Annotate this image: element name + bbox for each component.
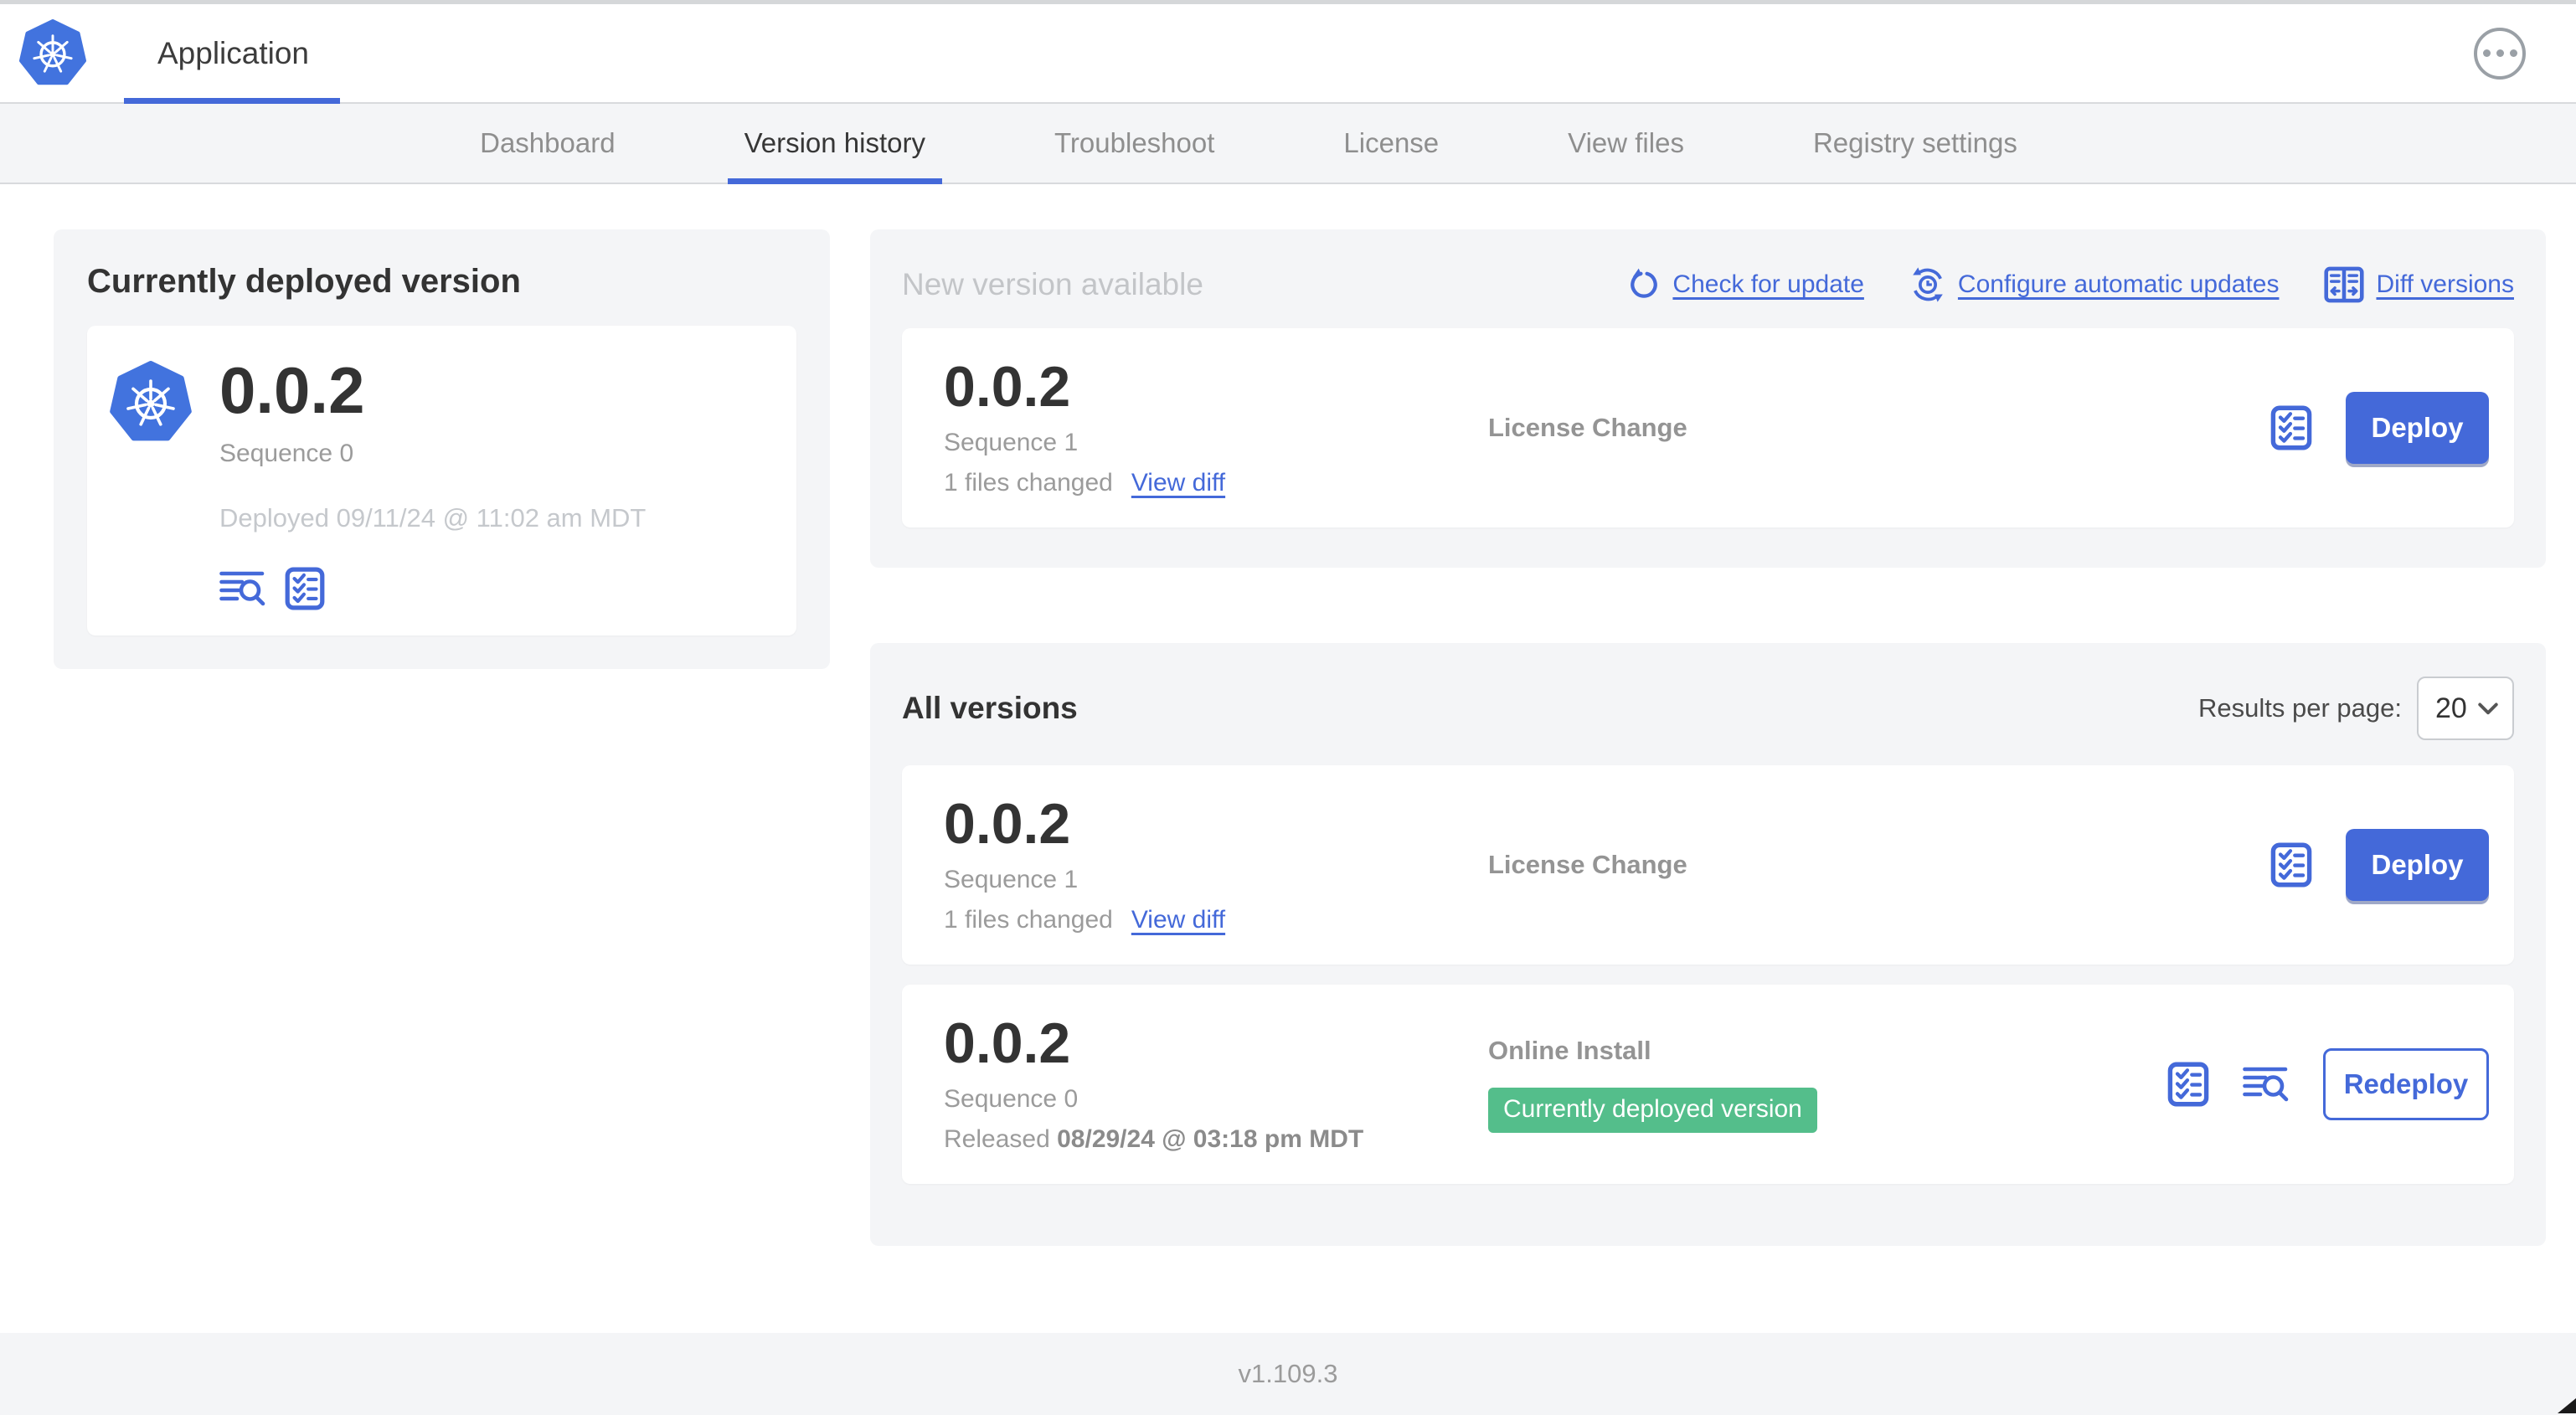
version-source: License Change [1488, 850, 1687, 879]
all-versions-title: All versions [902, 691, 1078, 725]
view-diff-link[interactable]: View diff [1131, 906, 1225, 934]
version-sequence: Sequence 0 [944, 1085, 1079, 1113]
all-versions-panel: All versions Results per page: 20 0.0.2 … [870, 643, 2546, 1246]
version-source: License Change [1488, 413, 1687, 442]
version-sequence: Sequence 1 [944, 866, 1079, 893]
redeploy-button[interactable]: Redeploy [2323, 1048, 2489, 1120]
version-number: 0.0.2 [944, 1011, 1071, 1075]
configure-automatic-updates-link[interactable]: Configure automatic updates [1909, 266, 2279, 303]
diff-icon [2324, 266, 2364, 303]
kubernetes-logo-icon [18, 19, 87, 88]
ellipsis-icon [2482, 49, 2491, 57]
version-number: 0.0.2 [944, 792, 1071, 856]
check-for-update-link[interactable]: Check for update [1627, 268, 1864, 301]
version-config-checklist-icon[interactable] [2270, 842, 2312, 888]
version-sequence: Sequence 1 [944, 429, 1079, 456]
deployed-timestamp: Deployed 09/11/24 @ 11:02 am MDT [219, 502, 647, 533]
version-row-sequence-0: 0.0.2 Sequence 0 Released 08/29/24 @ 03:… [902, 985, 2514, 1184]
results-per-page-select[interactable]: 20 [2417, 677, 2514, 740]
version-source: Online Install [1488, 1036, 1651, 1065]
tab-registry-settings[interactable]: Registry settings [1796, 104, 2034, 183]
app-footer: v1.109.3 [0, 1333, 2576, 1415]
currently-deployed-title: Currently deployed version [87, 263, 521, 300]
tab-view-files[interactable]: View files [1551, 104, 1701, 183]
app-tab-title[interactable]: Application [157, 36, 309, 71]
version-config-checklist-icon[interactable] [2167, 1062, 2209, 1107]
view-diff-link[interactable]: View diff [1131, 469, 1225, 497]
tab-version-history[interactable]: Version history [727, 104, 943, 184]
cursor-artifact [2558, 1398, 2576, 1413]
version-logs-icon[interactable] [2243, 1065, 2290, 1104]
refresh-icon [1627, 268, 1661, 301]
tab-troubleshoot[interactable]: Troubleshoot [1038, 104, 1231, 183]
app-tab-active-underline [124, 98, 340, 104]
deploy-logs-icon[interactable] [219, 569, 266, 608]
admin-console-version: v1.109.3 [1238, 1359, 1338, 1388]
results-per-page-label: Results per page: [2198, 693, 2402, 723]
version-config-checklist-icon[interactable] [2270, 405, 2312, 450]
currently-deployed-panel: Currently deployed version 0.0.2 Sequenc… [54, 229, 830, 669]
app-nav: Dashboard Version history Troubleshoot L… [0, 104, 2576, 184]
auto-update-clock-icon [1911, 266, 1945, 303]
deploy-button[interactable]: Deploy [2346, 392, 2489, 464]
version-released-timestamp: Released 08/29/24 @ 03:18 pm MDT [944, 1125, 1364, 1153]
tab-dashboard[interactable]: Dashboard [463, 104, 631, 183]
new-version-title: New version available [902, 267, 1203, 301]
tab-license[interactable]: License [1327, 104, 1455, 183]
version-number: 0.0.2 [944, 355, 1071, 419]
more-options-button[interactable] [2474, 27, 2526, 80]
files-changed-text: 1 files changed [944, 469, 1113, 497]
kubernetes-app-icon [109, 361, 193, 445]
currently-deployed-badge: Currently deployed version [1488, 1088, 1817, 1133]
version-row-sequence-1: 0.0.2 Sequence 1 1 files changed View di… [902, 765, 2514, 965]
new-version-panel: New version available Check for update C… [870, 229, 2546, 568]
config-checklist-icon[interactable] [285, 567, 325, 610]
deployed-version-card: 0.0.2 Sequence 0 Deployed 09/11/24 @ 11:… [87, 326, 796, 635]
files-changed-text: 1 files changed [944, 906, 1113, 934]
main-content: Currently deployed version 0.0.2 Sequenc… [0, 184, 2576, 1246]
deploy-button[interactable]: Deploy [2346, 829, 2489, 901]
versions-column: New version available Check for update C… [870, 229, 2546, 1246]
deployed-sequence: Sequence 0 [219, 439, 354, 467]
chevron-down-icon [2477, 702, 2499, 715]
diff-versions-link[interactable]: Diff versions [2324, 266, 2514, 303]
deployed-version-number: 0.0.2 [219, 353, 365, 427]
new-version-row: 0.0.2 Sequence 1 1 files changed View di… [902, 328, 2514, 527]
app-header: Application [0, 4, 2576, 104]
